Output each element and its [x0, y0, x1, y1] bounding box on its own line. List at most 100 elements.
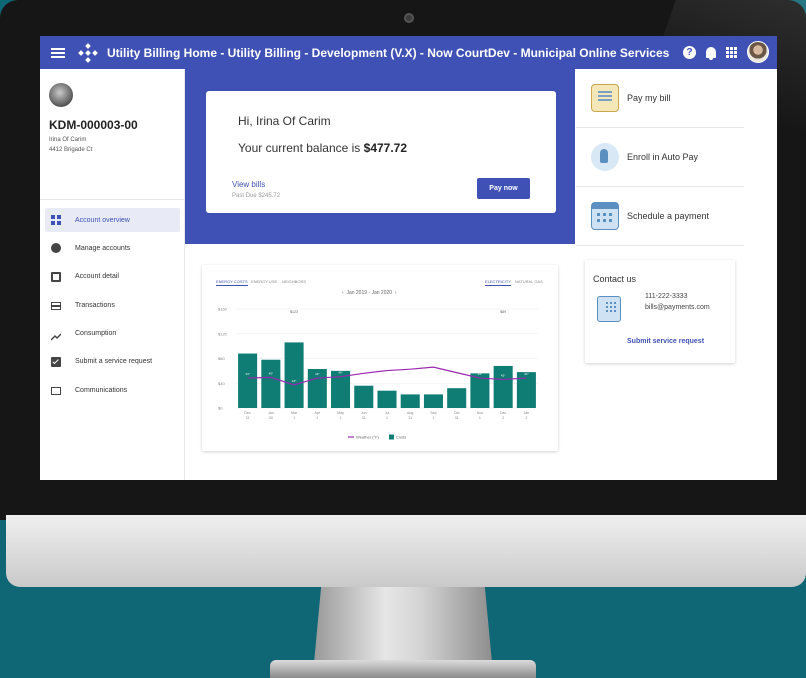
touch-icon [591, 143, 619, 171]
sidebar-nav: Account overview Manage accounts Account… [45, 208, 180, 407]
weather-point-label: 44° [524, 372, 529, 376]
app-title: Utility Billing Home - Utility Billing -… [107, 45, 670, 60]
schedule-payment-action[interactable]: Schedule a payment [576, 187, 744, 246]
account-avatar [49, 83, 73, 107]
y-tick-label: $40 [218, 381, 225, 386]
weather-point-label: 34° [292, 379, 297, 383]
bar [493, 365, 513, 408]
bar [238, 353, 258, 408]
weather-point-label: 60° [431, 361, 436, 365]
y-tick-label: $160 [218, 307, 228, 312]
bar [354, 385, 374, 408]
weather-point-label: 46° [338, 371, 343, 375]
x-tick-label: Oct [454, 411, 460, 415]
past-due-text: Past Due $245.72 [232, 193, 281, 199]
pay-my-bill-action[interactable]: Pay my bill [576, 69, 744, 128]
account-circle-icon [51, 243, 61, 254]
sidebar-item-transactions[interactable]: Transactions [45, 293, 180, 317]
sidebar-item-account-detail[interactable]: Account detail [45, 265, 180, 289]
account-holder-name: Irina Of Carim [49, 137, 87, 143]
weather-point-label: 55° [385, 365, 390, 369]
apps-grid-icon[interactable] [726, 46, 737, 58]
monitor-stand [314, 587, 492, 663]
peak-label: $123 [290, 310, 298, 314]
help-icon[interactable]: ? [683, 45, 696, 59]
x-tick-label: Jan [268, 411, 274, 415]
hamburger-menu-icon[interactable] [51, 47, 65, 58]
user-avatar[interactable] [747, 41, 769, 63]
sidebar-item-label: Submit a service request [75, 358, 153, 366]
weather-point-label: 51° [361, 367, 366, 371]
monitor-chin [6, 515, 806, 587]
weather-point-label: 52° [454, 367, 459, 371]
top-app-bar: Utility Billing Home - Utility Billing -… [40, 36, 777, 69]
dashboard-icon [51, 215, 61, 225]
sidebar-item-service-request[interactable]: Submit a service request [45, 350, 180, 374]
bar [516, 372, 536, 408]
sidebar-item-communications[interactable]: Communications [45, 378, 180, 402]
view-bills-link[interactable]: View bills [232, 180, 265, 189]
balance-text: Your current balance is $477.72 [238, 141, 407, 155]
logo-icon [78, 42, 98, 63]
bill-icon [591, 84, 619, 112]
greeting-text: Hi, Irina Of Carim [238, 114, 331, 128]
y-tick-label: $120 [218, 331, 228, 336]
weather-point-label: 44° [478, 372, 483, 376]
account-address: 4412 Brigade Ct [49, 147, 93, 153]
x-tick-label: 1 [316, 416, 318, 420]
weather-point-label: 44° [245, 372, 250, 376]
bar [400, 394, 420, 408]
credit-card-icon [51, 302, 61, 311]
pay-now-button[interactable]: Pay now [477, 178, 530, 199]
sidebar-item-label: Account overview [75, 216, 130, 224]
peak-label: $89 [500, 310, 506, 314]
action-label: Schedule a payment [627, 211, 710, 221]
monitor-stand-base [270, 660, 536, 678]
phone-icon [597, 296, 621, 322]
x-tick-label: Dec [244, 411, 251, 415]
balance-hero: Hi, Irina Of Carim Your current balance … [185, 69, 575, 244]
x-tick-label: 31 [408, 416, 412, 420]
contact-phone: 111-222-3333 [645, 293, 688, 300]
balance-amount: $477.72 [363, 141, 408, 155]
enroll-autopay-action[interactable]: Enroll in Auto Pay [576, 128, 744, 187]
y-tick-label: $0 [218, 406, 223, 411]
account-number: KDM-000003-00 [49, 118, 138, 132]
x-tick-label: 1 [293, 416, 295, 420]
legend-costs-label: Costs [396, 435, 406, 440]
quick-actions: Pay my bill Enroll in Auto Pay Schedule … [576, 69, 744, 246]
bar [261, 359, 281, 408]
contact-title: Contact us [593, 274, 637, 284]
x-tick-label: Apr [315, 411, 321, 415]
submit-service-request-link[interactable]: Submit service request [627, 338, 704, 345]
contact-email: bills@payments.com [645, 304, 710, 311]
balance-prefix: Your current balance is [238, 141, 364, 155]
action-label: Pay my bill [627, 93, 671, 103]
mail-icon [51, 387, 61, 396]
sidebar-item-consumption[interactable]: Consumption [45, 322, 180, 346]
action-label: Enroll in Auto Pay [627, 152, 699, 162]
app-screen: Utility Billing Home - Utility Billing -… [40, 36, 777, 480]
x-tick-label: 1 [340, 416, 342, 420]
x-tick-label: 1 [432, 416, 434, 420]
x-tick-label: 31 [362, 416, 366, 420]
notifications-bell-icon[interactable] [706, 46, 716, 60]
weather-point-label: 44° [315, 372, 320, 376]
x-tick-label: 1 [386, 416, 388, 420]
bar [284, 342, 304, 408]
webcam [404, 13, 414, 23]
sidebar-item-manage-accounts[interactable]: Manage accounts [45, 236, 180, 260]
trending-up-icon [50, 329, 62, 341]
x-tick-label: Sep [430, 411, 436, 415]
weather-point-label: 45° [269, 371, 274, 375]
x-tick-label: Jan [523, 411, 529, 415]
x-tick-label: Mar [291, 411, 298, 415]
x-tick-label: 2 [525, 416, 527, 420]
sidebar: KDM-000003-00 Irina Of Carim 4412 Brigad… [40, 69, 185, 480]
bar [447, 388, 467, 408]
sidebar-item-account-overview[interactable]: Account overview [45, 208, 180, 232]
weather-point-label: 42° [501, 373, 506, 377]
bar [423, 394, 443, 408]
legend-weather-label: Weather (°F) [356, 435, 380, 440]
sidebar-item-label: Manage accounts [75, 244, 131, 252]
